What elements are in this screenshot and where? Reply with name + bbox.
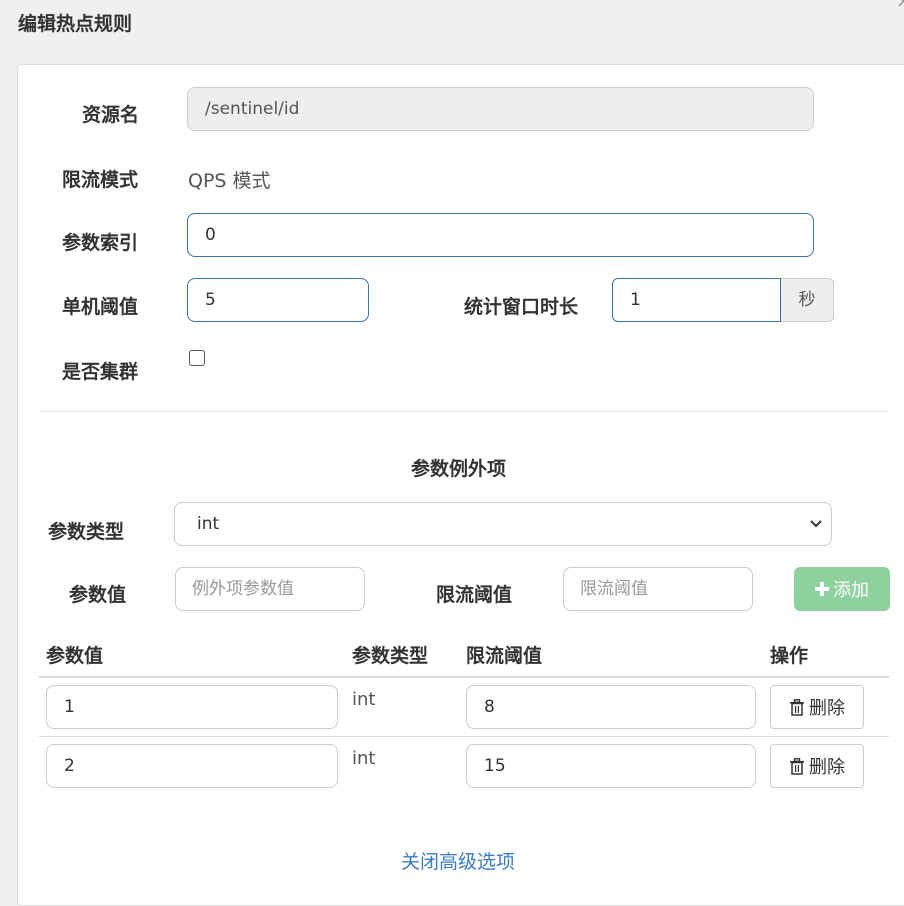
dialog-header: 编辑热点规则 × <box>0 0 904 64</box>
param-value-label: 参数值 <box>69 584 127 606</box>
mode-label: 限流模式 <box>62 169 139 191</box>
th-limit: 限流阈值 <box>466 645 543 667</box>
param-type-selected: int <box>197 514 220 534</box>
add-button[interactable]: 添加 <box>794 567 890 611</box>
param-index-label: 参数索引 <box>62 232 139 254</box>
add-button-label: 添加 <box>833 580 869 601</box>
row-1-value-input[interactable] <box>46 685 338 729</box>
th-action: 操作 <box>770 645 809 667</box>
window-input[interactable] <box>612 278 781 322</box>
cluster-label: 是否集群 <box>62 361 139 383</box>
row-2-delete-button[interactable]: 删除 <box>770 744 864 788</box>
limit-input[interactable] <box>563 567 753 611</box>
trash-icon <box>790 757 804 775</box>
dialog-body: 资源名 限流模式 QPS 模式 参数索引 单机阈值 统计窗口时长 秒 是否集群 … <box>17 64 904 906</box>
plus-icon <box>815 582 829 596</box>
close-advanced-link[interactable]: 关闭高级选项 <box>401 847 515 874</box>
mode-value: QPS 模式 <box>188 170 271 192</box>
limit-label: 限流阈值 <box>436 584 513 606</box>
trash-icon <box>790 698 804 716</box>
window-unit: 秒 <box>781 278 834 322</box>
row-1-delete-label: 删除 <box>809 698 845 719</box>
table-header-border <box>39 676 889 678</box>
th-param-type: 参数类型 <box>352 645 429 667</box>
close-icon[interactable]: × <box>896 0 904 12</box>
resource-input[interactable] <box>187 87 814 131</box>
divider <box>39 411 889 412</box>
row-1-limit-input[interactable] <box>466 685 756 729</box>
row-2-value-input[interactable] <box>46 744 338 788</box>
cluster-checkbox[interactable] <box>189 350 205 366</box>
window-label: 统计窗口时长 <box>464 296 579 318</box>
param-index-input[interactable] <box>187 213 814 257</box>
param-value-input[interactable] <box>175 567 365 611</box>
th-param-value: 参数值 <box>46 645 104 667</box>
param-type-select[interactable]: int <box>174 502 832 546</box>
row-2-delete-label: 删除 <box>809 757 845 778</box>
section-title: 参数例外项 <box>411 458 507 480</box>
row-2-limit-input[interactable] <box>466 744 756 788</box>
chevron-down-icon <box>810 520 822 528</box>
row-1-delete-button[interactable]: 删除 <box>770 685 864 729</box>
dialog-title: 编辑热点规则 <box>18 13 133 35</box>
resource-label: 资源名 <box>82 104 140 126</box>
row-divider <box>39 736 889 737</box>
row-2-type: int <box>352 748 376 769</box>
row-1-type: int <box>352 689 376 710</box>
threshold-label: 单机阈值 <box>62 296 139 318</box>
param-type-label: 参数类型 <box>48 521 125 543</box>
threshold-input[interactable] <box>187 278 369 322</box>
